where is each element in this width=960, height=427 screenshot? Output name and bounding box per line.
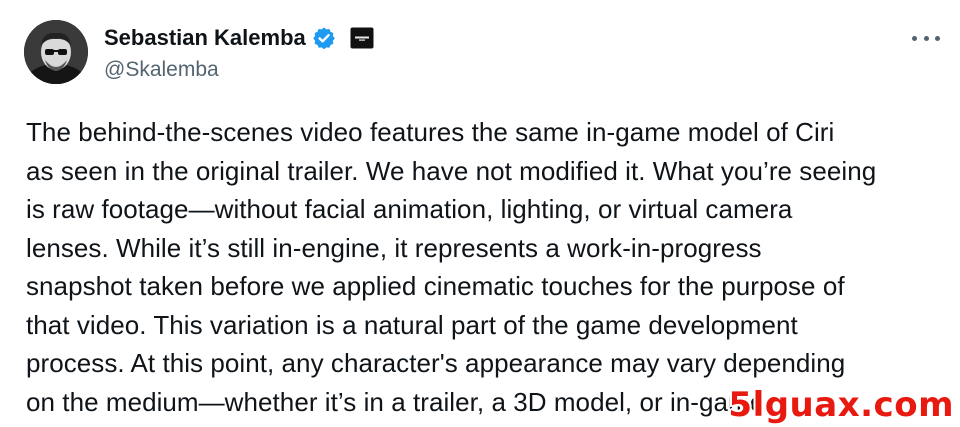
author-handle[interactable]: @Skalemba — [104, 57, 219, 83]
avatar-image — [24, 20, 88, 84]
more-dot — [935, 35, 940, 41]
tweet-text-line: process. At this point, any character's … — [26, 348, 846, 378]
tweet-text-line: that video. This variation is a natural … — [26, 309, 798, 340]
tweet-text-line: lenses. While it’s still in-engine, it r… — [26, 232, 762, 263]
more-dot — [912, 35, 917, 41]
author-name-row: Sebastian Kalemba — [104, 24, 374, 52]
verified-badge-icon[interactable] — [312, 26, 336, 50]
tweet-text-line: The behind-the-scenes video features the… — [26, 117, 835, 147]
author-avatar[interactable] — [24, 20, 88, 84]
tweet-text-line: snapshot taken before we applied cinemat… — [26, 271, 845, 301]
affiliate-badge-icon[interactable] — [350, 27, 374, 49]
tweet-card: Sebastian Kalemba @Skalemba The behind-t… — [0, 0, 960, 427]
more-options-icon[interactable] — [912, 28, 940, 48]
tweet-text-line: is raw footage—without facial animation,… — [26, 194, 793, 224]
site-watermark: 5lguax.com — [728, 385, 954, 425]
tweet-text: The behind-the-scenes video features the… — [26, 113, 946, 421]
more-dot — [923, 35, 929, 41]
tweet-text-line: as seen in the original trailer. We have… — [26, 155, 877, 186]
author-display-name[interactable]: Sebastian Kalemba — [104, 24, 306, 52]
